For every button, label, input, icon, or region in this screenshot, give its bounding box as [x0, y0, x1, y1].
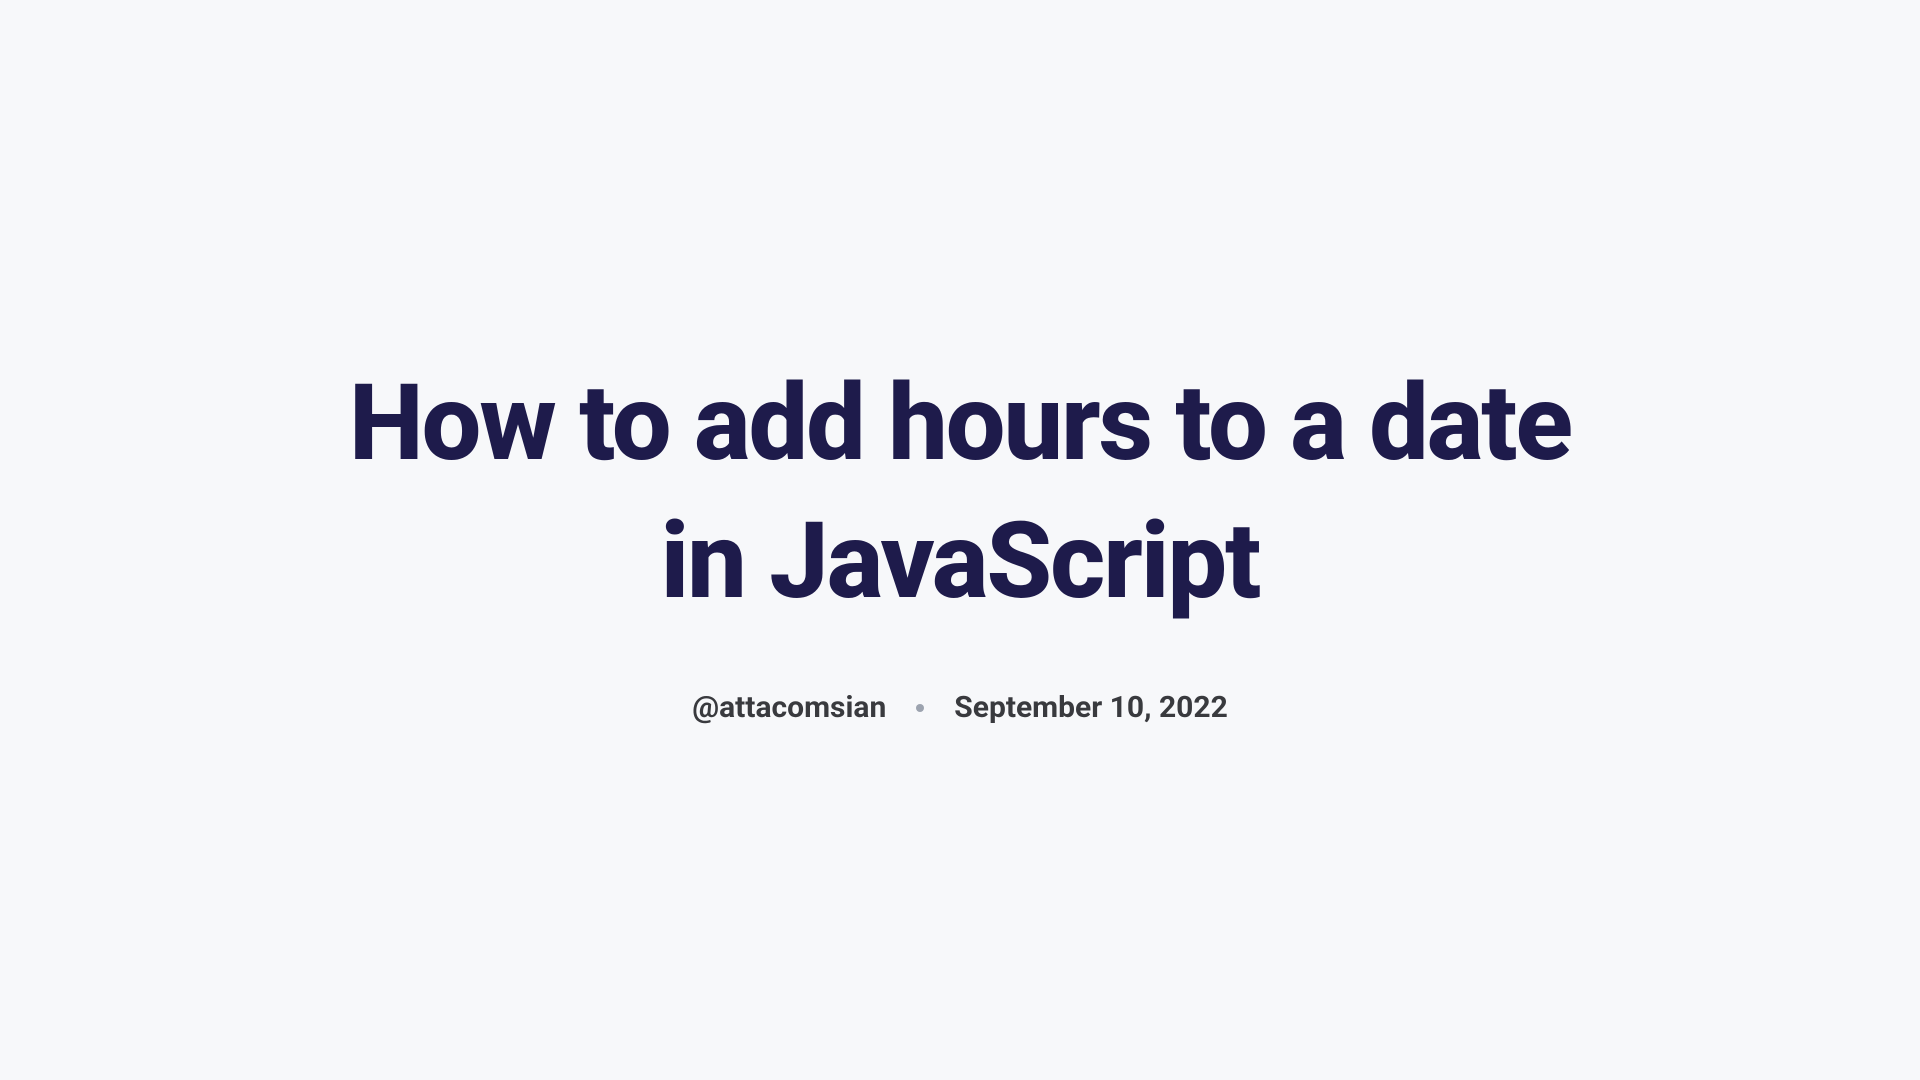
- meta-separator-icon: [916, 704, 924, 712]
- article-meta: @attacomsian September 10, 2022: [300, 690, 1620, 725]
- article-container: How to add hours to a date in JavaScript…: [260, 355, 1660, 726]
- article-author: @attacomsian: [692, 690, 886, 725]
- article-title: How to add hours to a date in JavaScript: [300, 355, 1620, 631]
- article-date: September 10, 2022: [954, 690, 1228, 725]
